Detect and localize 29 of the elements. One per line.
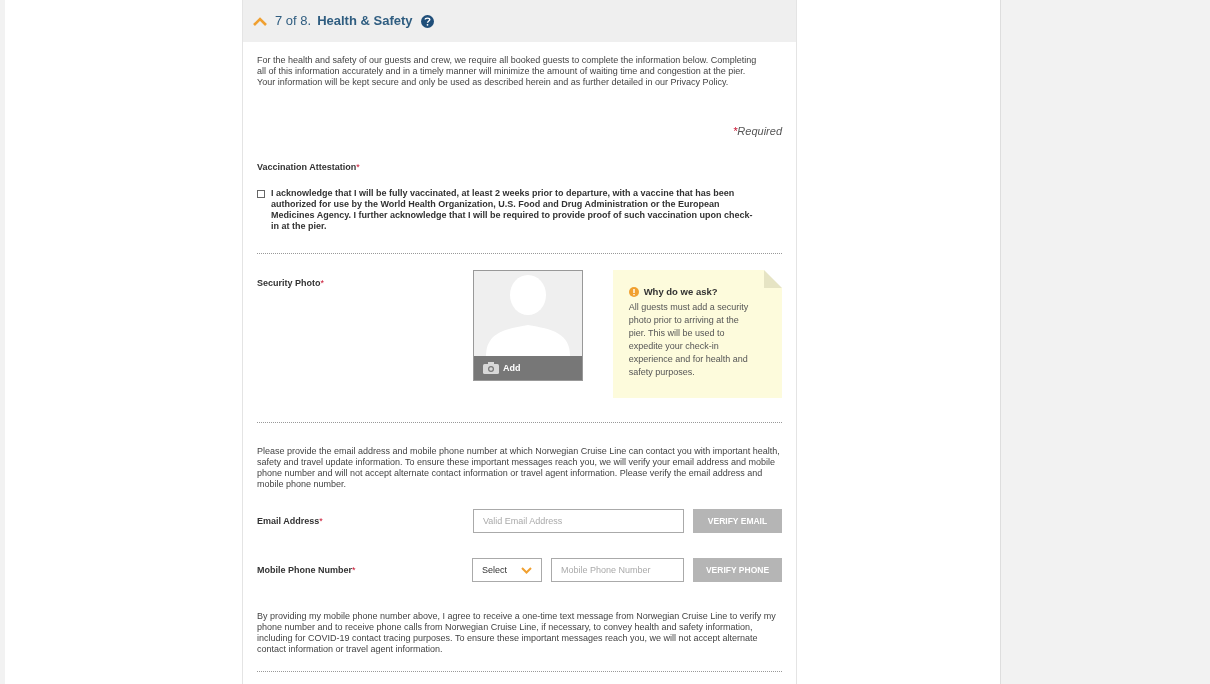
note-title: Why do we ask? — [643, 286, 718, 297]
section-title: Health & Safety — [317, 12, 413, 31]
checkbox[interactable] — [257, 190, 265, 198]
step-counter: 7 of 8. — [275, 12, 312, 31]
section-header[interactable]: 7 of 8. Health & Safety — [243, 0, 796, 42]
required-asterisk: * — [352, 564, 356, 575]
field-label: Email Address — [257, 515, 320, 526]
contact-paragraph: Please provide the email address and mobile phone number at which Norwegian Cruise Line can contact you with important health, safety and travel update information. To ensure these important messages reach you, we will verify your email address and mobile phone number and will not accept alternate contact information or travel agent information. Please verify the email address and mobile phone number. — [257, 446, 781, 490]
consent-paragraph: By providing my mobile phone number above, I agree to receive a one-time text message from Norwegian Cruise Line to verify my phone number and to receive phone calls from Norwegian Cruise Line, if necessary, to convey health and safety information, including for COVID-19 contact tracing purposes. To ensure these important messages reach you, we will not accept alternate contact information or travel agent information. — [257, 611, 777, 655]
note-text: All guests must add a security photo prior to arriving at the pier. This will be used to expedite your check-in experience and for health and safety purposes. — [628, 301, 750, 379]
required-note: Required — [737, 126, 782, 137]
chevron-down-icon — [521, 566, 532, 574]
camera-icon — [483, 362, 500, 374]
field-label: Security Photo — [257, 278, 321, 288]
phone-field[interactable]: Mobile Phone Number — [551, 558, 684, 582]
field-label: Vaccination Attestation — [257, 162, 357, 172]
info-icon — [628, 286, 639, 297]
required-asterisk: * — [320, 278, 325, 288]
required-asterisk: * — [356, 162, 360, 172]
page-fold-icon — [764, 270, 782, 288]
field-label: Mobile Phone Number — [257, 564, 352, 575]
help-icon[interactable] — [420, 14, 434, 28]
required-asterisk: * — [733, 126, 738, 137]
country-code-select[interactable]: Select — [472, 558, 542, 582]
required-asterisk: * — [319, 515, 323, 526]
email-field[interactable]: Valid Email Address — [473, 509, 684, 533]
intro-paragraph: For the health and safety of our guests and crew, we require all booked guests to complete the information below. Completing all of this information accurately and in a timely manner will minimize the amount of waiting time and congestion at the pier. Your information will be kept secure and only be used as described herein and as further detailed in our Privacy Policy. — [257, 55, 758, 88]
attestation-text: I acknowledge that I will be fully vaccinated, at least 2 weeks prior to departure, with a vaccine that has been authorized for use by the World Health Organization, U.S. Food and Drug Administration or the European Medicines Agency. I further acknowledge that I will be required to provide proof of such vaccination upon check-in at the pier. — [271, 188, 754, 232]
add-photo-button[interactable]: Add — [474, 356, 582, 380]
